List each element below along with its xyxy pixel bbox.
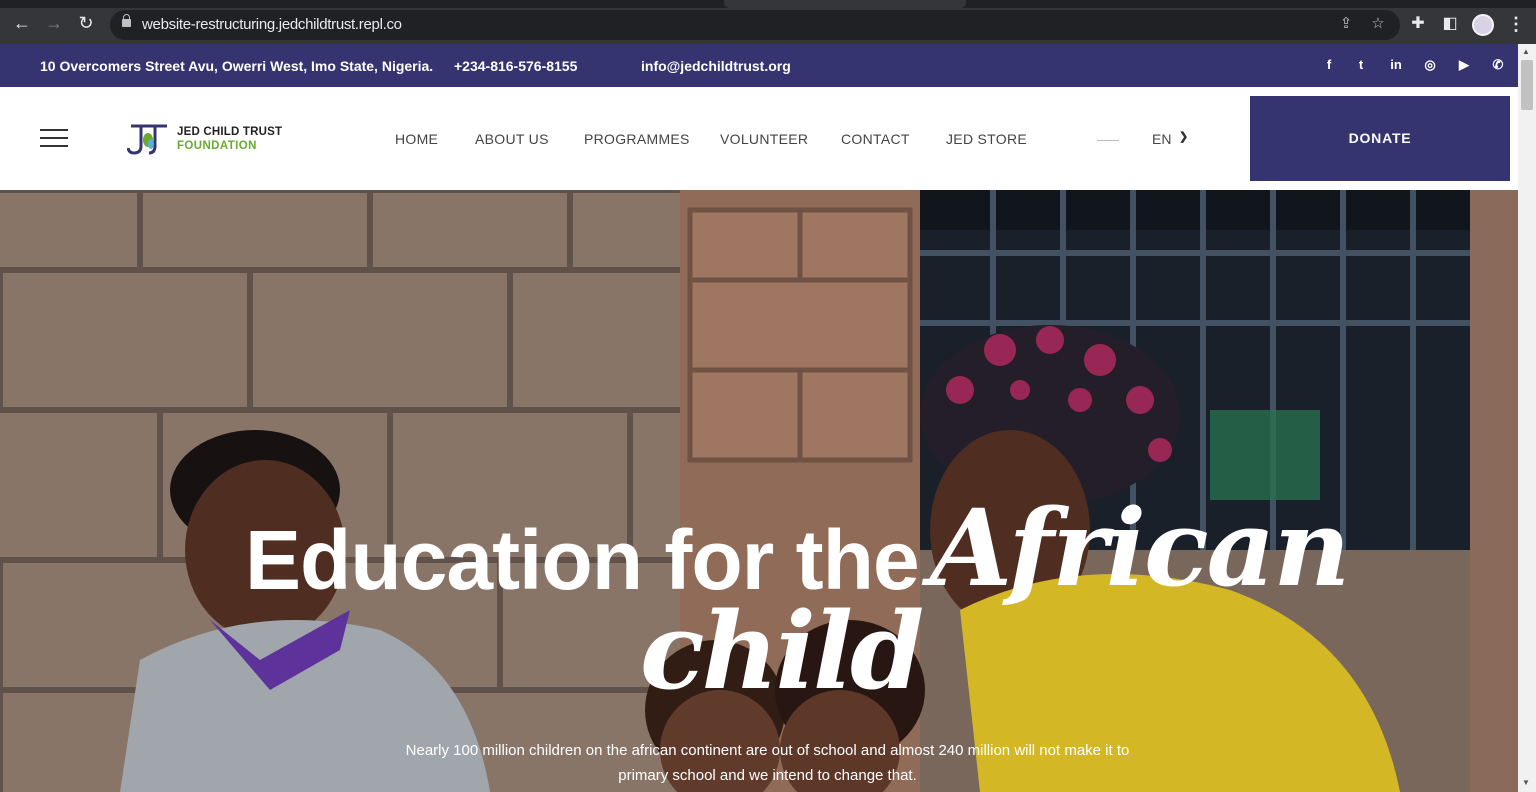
youtube-icon[interactable]: ▶ [1456, 57, 1472, 73]
page-scrollbar[interactable] [1518, 44, 1536, 792]
instagram-icon[interactable]: ◎ [1422, 57, 1438, 73]
hero-section: Education for the African child Nearly 1… [0, 190, 1518, 792]
email-link[interactable]: info@jedchildtrust.org [641, 58, 791, 74]
forward-arrow-icon[interactable]: → [44, 13, 64, 33]
logo-name[interactable]: JED CHILD TRUST [177, 126, 282, 138]
chevron-down-icon[interactable]: ❯ [1179, 130, 1188, 143]
logo-icon[interactable] [127, 122, 169, 156]
url-text[interactable]: website-restructuring.jedchildtrust.repl… [142, 16, 402, 33]
twitter-icon[interactable]: t [1353, 57, 1369, 73]
hamburger-menu-icon[interactable] [40, 129, 68, 147]
reload-icon[interactable]: ↻ [76, 13, 96, 33]
nav-home[interactable]: HOME [395, 131, 438, 147]
nav-programmes[interactable]: PROGRAMMES [584, 131, 690, 147]
profile-avatar[interactable] [1472, 14, 1494, 36]
star-icon[interactable]: ☆ [1369, 15, 1387, 33]
nav-contact[interactable]: CONTACT [841, 131, 910, 147]
scrollbar-thumb[interactable] [1521, 60, 1533, 110]
logo-tagline[interactable]: FOUNDATION [177, 140, 257, 152]
top-info-bar: 10 Overcomers Street Avu, Owerri West, I… [0, 44, 1518, 87]
kebab-menu-icon[interactable]: ⋮ [1507, 14, 1525, 34]
back-arrow-icon[interactable]: ← [12, 13, 32, 33]
nav-volunteer[interactable]: VOLUNTEER [720, 131, 808, 147]
hero-subtitle: Nearly 100 million children on the afric… [405, 742, 1130, 784]
linkedin-icon[interactable]: in [1388, 57, 1404, 73]
share-icon[interactable]: ⇪ [1337, 15, 1355, 33]
language-select[interactable]: EN [1152, 131, 1171, 147]
lock-icon[interactable] [122, 14, 131, 27]
whatsapp-icon[interactable]: ✆ [1490, 57, 1506, 73]
site-header: JED CHILD TRUST FOUNDATION HOME ABOUT US… [0, 87, 1518, 190]
tab-strip [0, 0, 1536, 8]
phone-link[interactable]: +234-816-576-8155 [454, 58, 577, 74]
hero-script-word-1: African [930, 485, 1350, 610]
active-tab[interactable] [724, 0, 966, 8]
nav-jed-store[interactable]: JED STORE [946, 131, 1027, 147]
scroll-down-arrow-icon[interactable]: ▼ [1522, 778, 1530, 787]
divider [1097, 140, 1119, 141]
scroll-up-arrow-icon[interactable]: ▲ [1522, 47, 1530, 56]
side-panel-icon[interactable]: ◧ [1440, 14, 1460, 34]
hero-script-word-2: child [640, 588, 924, 713]
donate-button[interactable]: DONATE [1250, 96, 1510, 181]
nav-about-us[interactable]: ABOUT US [475, 131, 549, 147]
address-text: 10 Overcomers Street Avu, Owerri West, I… [40, 58, 434, 74]
facebook-icon[interactable]: f [1321, 57, 1337, 73]
puzzle-icon[interactable]: ✚ [1408, 14, 1428, 34]
